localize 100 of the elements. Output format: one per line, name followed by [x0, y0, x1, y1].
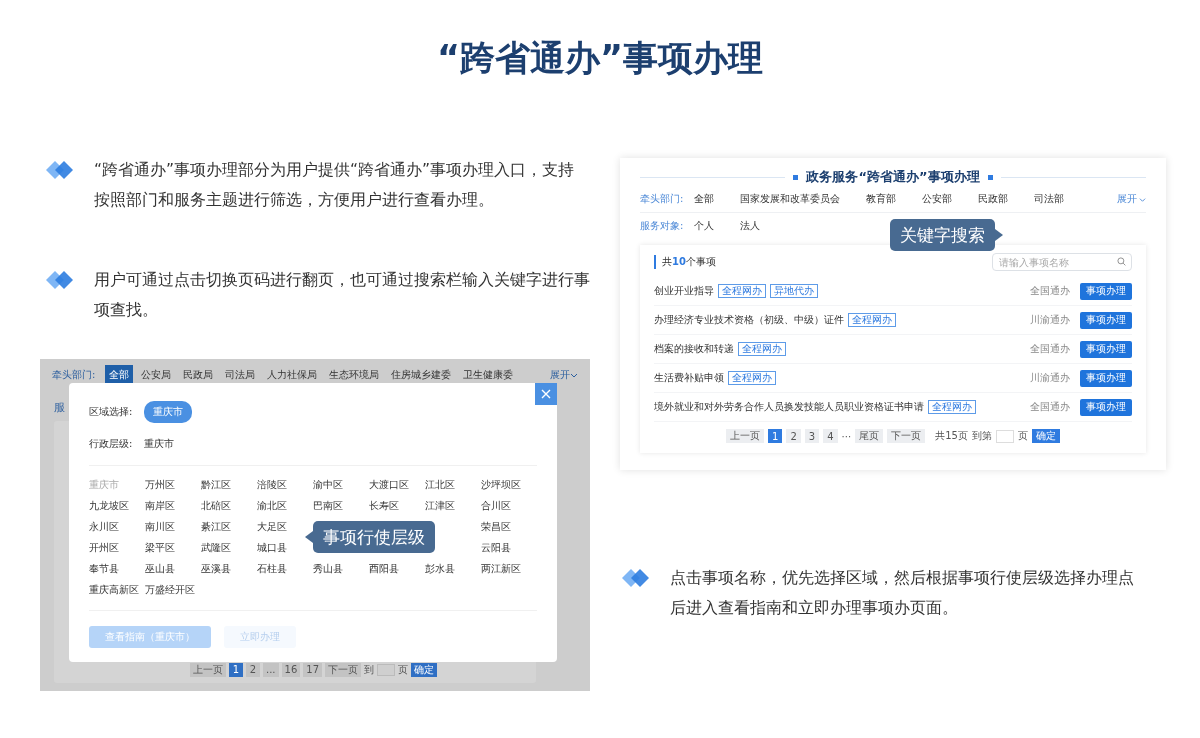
district-option[interactable]: 万盛经开区: [145, 583, 201, 596]
close-icon: [541, 389, 551, 399]
department-tab[interactable]: 民政局: [179, 365, 218, 385]
chevron-down-icon: [1139, 195, 1146, 203]
page-button[interactable]: 17: [303, 663, 322, 677]
item-tag: 全程网办: [738, 342, 786, 356]
handle-item-button[interactable]: 事项办理: [1080, 369, 1132, 387]
filter-label: 服务对象:: [640, 219, 685, 233]
item-name-link[interactable]: 档案的接收和转递: [654, 342, 734, 356]
department-tab[interactable]: 卫生健康委: [459, 365, 518, 385]
handle-item-button[interactable]: 事项办理: [1080, 311, 1132, 329]
district-option[interactable]: 沙坪坝区: [481, 478, 537, 491]
item-name-link[interactable]: 创业开业指导: [654, 284, 714, 298]
district-option[interactable]: 永川区: [89, 520, 145, 533]
field-label: 区域选择:: [89, 405, 133, 419]
page-unit-label: 页: [398, 663, 408, 677]
filter-option[interactable]: 民政部: [978, 192, 1008, 206]
page-button[interactable]: 2: [786, 429, 801, 443]
page-button[interactable]: 3: [804, 429, 820, 443]
item-name-link[interactable]: 境外就业和对外劳务合作人员换发技能人员职业资格证书申请: [654, 400, 924, 414]
previous-page-button[interactable]: 上一页: [190, 663, 226, 677]
filter-option[interactable]: 国家发展和改革委员会: [740, 192, 840, 206]
page-input[interactable]: [995, 429, 1014, 443]
page-heading: 政务服务“跨省通办”事项办理: [806, 168, 980, 186]
close-button[interactable]: [535, 383, 557, 405]
filter-option[interactable]: 个人: [694, 219, 714, 233]
expand-link[interactable]: 展开: [1117, 192, 1146, 206]
district-option[interactable]: 江北区: [425, 478, 481, 491]
filter-option[interactable]: 司法部: [1034, 192, 1064, 206]
handle-item-button[interactable]: 事项办理: [1080, 340, 1132, 358]
page-total: 共15页: [935, 429, 968, 443]
next-page-button[interactable]: 下一页: [325, 663, 361, 677]
pointer-icon: [305, 531, 313, 543]
last-page-button[interactable]: 尾页: [855, 429, 884, 443]
district-option[interactable]: 涪陵区: [257, 478, 313, 491]
page-button[interactable]: ...: [263, 663, 279, 677]
item-tag: 异地代办: [770, 284, 818, 298]
department-tab[interactable]: 住房城乡建委: [387, 365, 456, 385]
department-tab[interactable]: 人力社保局: [263, 365, 322, 385]
district-option[interactable]: 渝中区: [313, 478, 369, 491]
expand-link[interactable]: 展开: [550, 368, 578, 382]
confirm-button[interactable]: 确定: [1031, 429, 1060, 443]
page-title: “跨省通办”事项办理: [437, 37, 763, 80]
confirm-button[interactable]: 确定: [411, 663, 437, 677]
district-option[interactable]: 万州区: [145, 478, 201, 491]
district-option[interactable]: 荣昌区: [481, 520, 537, 533]
page-button[interactable]: 4: [823, 429, 838, 443]
item-name-link[interactable]: 生活费补贴申领: [654, 371, 724, 385]
district-option[interactable]: 巫溪县: [201, 562, 257, 575]
district-option[interactable]: 长寿区: [369, 499, 425, 512]
item-scope: 全国通办: [1030, 284, 1070, 298]
district-option[interactable]: 黔江区: [201, 478, 257, 491]
district-option[interactable]: 奉节县: [89, 562, 145, 575]
item-scope: 川渝通办: [1030, 313, 1070, 327]
filter-option[interactable]: 全部: [694, 192, 714, 206]
district-option[interactable]: 武隆区: [201, 541, 257, 554]
next-page-button[interactable]: 下一页: [887, 429, 926, 443]
district-option[interactable]: 酉阳县: [369, 562, 425, 575]
page-button[interactable]: 2: [246, 663, 260, 677]
district-option[interactable]: 石柱县: [257, 562, 313, 575]
district-option[interactable]: 巴南区: [313, 499, 369, 512]
page-button[interactable]: 1: [229, 663, 243, 677]
search-icon: [1117, 257, 1126, 266]
previous-page-button[interactable]: 上一页: [726, 429, 765, 443]
district-option[interactable]: 南岸区: [145, 499, 201, 512]
goto-label: 到第: [971, 429, 992, 443]
filter-option[interactable]: 教育部: [866, 192, 896, 206]
district-option[interactable]: 开州区: [89, 541, 145, 554]
search-field[interactable]: 请输入事项名称: [992, 253, 1132, 271]
district-option[interactable]: 合川区: [481, 499, 537, 512]
district-option[interactable]: 巫山县: [145, 562, 201, 575]
department-tab[interactable]: 公安局: [137, 365, 176, 385]
description-text: 用户可通过点击切换页码进行翻页，也可通过搜索栏输入关键字进行事项查找。: [94, 270, 590, 321]
district-option[interactable]: 九龙坡区: [89, 499, 145, 512]
item-name-link[interactable]: 办理经济专业技术资格（初级、中级）证件: [654, 313, 844, 327]
department-tab[interactable]: 生态环境局: [325, 365, 384, 385]
filter-label: 服: [53, 400, 66, 415]
district-option[interactable]: 綦江区: [201, 520, 257, 533]
district-option[interactable]: 彭水县: [425, 562, 481, 575]
district-option[interactable]: 北碚区: [201, 499, 257, 512]
district-option[interactable]: 渝北区: [257, 499, 313, 512]
handle-item-button[interactable]: 事项办理: [1080, 282, 1132, 300]
field-value: 重庆市: [144, 437, 175, 451]
district-option[interactable]: 云阳县: [481, 541, 537, 554]
handle-item-button[interactable]: 事项办理: [1080, 398, 1132, 416]
district-option[interactable]: 秀山县: [313, 562, 369, 575]
department-tab[interactable]: 全部: [105, 365, 134, 385]
page-button[interactable]: 1: [768, 429, 783, 443]
district-option[interactable]: 重庆高新区: [89, 583, 145, 596]
department-tab[interactable]: 司法局: [221, 365, 260, 385]
district-option[interactable]: 梁平区: [145, 541, 201, 554]
district-option[interactable]: 南川区: [145, 520, 201, 533]
goto-label: 到: [364, 663, 374, 677]
filter-label: 牵头部门:: [640, 192, 685, 206]
district-option[interactable]: 两江新区: [481, 562, 537, 575]
district-option[interactable]: 大渡口区: [369, 478, 425, 491]
page-input[interactable]: [377, 664, 395, 676]
filter-option[interactable]: 法人: [740, 219, 760, 233]
filter-option[interactable]: 公安部: [922, 192, 952, 206]
district-option[interactable]: 江津区: [425, 499, 481, 512]
